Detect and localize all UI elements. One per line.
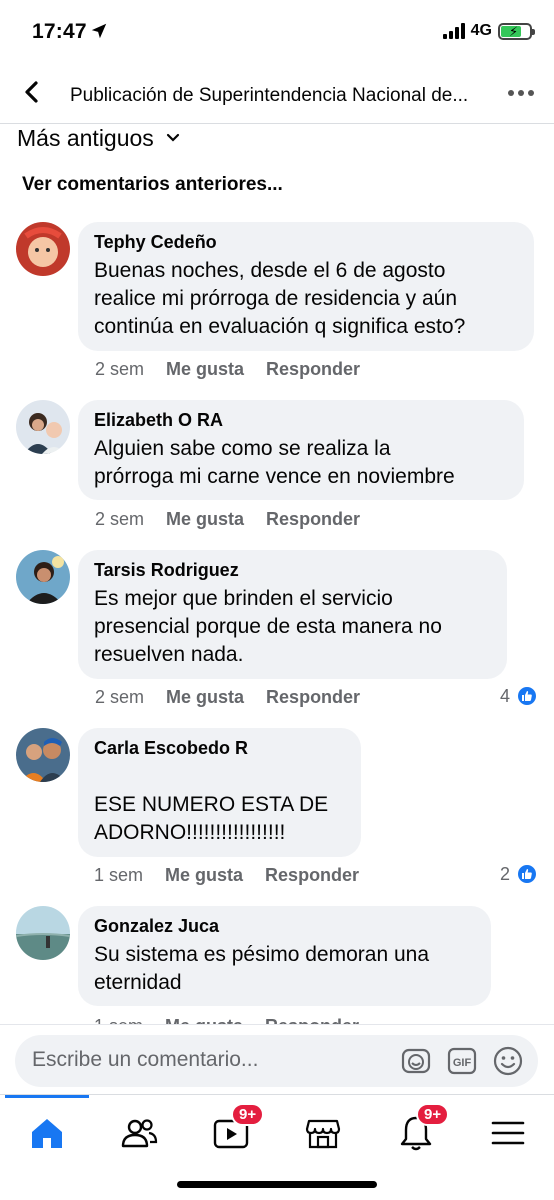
avatar[interactable] (16, 906, 70, 960)
like-reaction-icon (516, 863, 538, 885)
comment-text: ESE NUMERO ESTA DE ADORNO!!!!!!!!!!!!!!!… (94, 793, 329, 844)
comment-bubble[interactable]: Gonzalez Juca Su sistema es pésimo demor… (78, 906, 491, 1006)
comment-author[interactable]: Carla Escobedo R (94, 738, 345, 759)
comment-text: Alguien sabe como se realiza la prórroga… (94, 437, 455, 488)
comment-actions: 2 sem Me gusta Responder (95, 687, 360, 708)
comment-composer-bar: Escribe un comentario... GIF (0, 1024, 554, 1094)
comment-time[interactable]: 2 sem (95, 359, 144, 380)
more-options-icon[interactable] (508, 90, 534, 96)
comment-input-placeholder: Escribe un comentario... (32, 1048, 259, 1071)
status-bar: 17:47 4G ⚡ (0, 0, 554, 64)
tab-watch[interactable]: 9+ (211, 1103, 265, 1153)
reply-button[interactable]: Responder (266, 687, 360, 708)
post-header: Publicación de Superintendencia Nacional… (0, 64, 554, 124)
comment-bubble[interactable]: Carla Escobedo R ESE NUMERO ESTA DE ADOR… (78, 728, 361, 857)
reaction-count[interactable]: 2 (500, 863, 538, 885)
reaction-number: 4 (499, 685, 510, 706)
page-title: Publicación de Superintendencia Nacional… (70, 85, 469, 106)
comment-author[interactable]: Tephy Cedeño (94, 232, 518, 253)
comment-actions: 2 sem Me gusta Responder (95, 509, 360, 530)
network-type: 4G (470, 22, 492, 39)
reply-button[interactable]: Responder (266, 509, 360, 530)
comment-author[interactable]: Tarsis Rodriguez (94, 560, 491, 581)
marketplace-icon[interactable] (303, 1113, 343, 1153)
location-arrow-icon (91, 23, 107, 39)
comment-time[interactable]: 2 sem (95, 509, 144, 530)
avatar[interactable] (16, 550, 70, 604)
battery-icon: ⚡ (498, 22, 535, 40)
back-arrow-icon[interactable] (18, 78, 46, 106)
home-indicator (177, 1181, 377, 1188)
like-button[interactable]: Me gusta (166, 509, 244, 530)
sort-dropdown[interactable]: Más antiguos (17, 122, 180, 154)
menu-icon[interactable] (488, 1113, 528, 1153)
composer-icons: GIF (400, 1045, 524, 1077)
comment-author[interactable]: Elizabeth O RA (94, 410, 508, 431)
comment-time[interactable]: 1 sem (94, 865, 143, 886)
comment-bubble[interactable]: Elizabeth O RA Alguien sabe como se real… (78, 400, 524, 500)
gif-icon[interactable]: GIF (446, 1045, 478, 1077)
avatar[interactable] (16, 728, 70, 782)
emoji-icon[interactable] (492, 1045, 524, 1077)
comment-actions: 2 sem Me gusta Responder (95, 359, 360, 380)
active-tab-indicator (5, 1095, 89, 1098)
status-time: 17:47 (32, 20, 87, 43)
reaction-number: 2 (499, 863, 510, 884)
like-button[interactable]: Me gusta (165, 865, 243, 886)
comment-text: Es mejor que brinden el servicio presenc… (94, 587, 442, 666)
home-icon[interactable] (27, 1113, 67, 1153)
sort-label: Más antiguos (17, 124, 154, 151)
like-button[interactable]: Me gusta (166, 687, 244, 708)
like-button[interactable]: Me gusta (166, 359, 244, 380)
friends-icon[interactable] (119, 1113, 159, 1153)
reply-button[interactable]: Responder (265, 865, 359, 886)
reply-button[interactable]: Responder (266, 359, 360, 380)
comment-text: Buenas noches, desde el 6 de agosto real… (94, 259, 466, 338)
comment-text: Su sistema es pésimo demoran una eternid… (94, 943, 430, 994)
view-previous-comments-link[interactable]: Ver comentarios anteriores... (22, 174, 283, 196)
comment-bubble[interactable]: Tephy Cedeño Buenas noches, desde el 6 d… (78, 222, 534, 351)
comment-bubble[interactable]: Tarsis Rodriguez Es mejor que brinden el… (78, 550, 507, 679)
reaction-count[interactable]: 4 (500, 685, 538, 707)
tab-notifications[interactable]: 9+ (396, 1103, 450, 1153)
comment-author[interactable]: Gonzalez Juca (94, 916, 475, 937)
comment-actions: 1 sem Me gusta Responder (94, 865, 359, 886)
watch-badge: 9+ (231, 1103, 265, 1126)
status-indicators: 4G ⚡ (442, 22, 535, 40)
comment-time[interactable]: 2 sem (95, 687, 144, 708)
comment-input[interactable]: Escribe un comentario... GIF (15, 1035, 538, 1087)
notifications-badge: 9+ (416, 1103, 450, 1126)
svg-text:GIF: GIF (453, 1057, 472, 1069)
avatar-sticker-icon[interactable] (400, 1045, 432, 1077)
avatar[interactable] (16, 400, 70, 454)
avatar[interactable] (16, 222, 70, 276)
chevron-down-icon (166, 133, 179, 142)
like-reaction-icon (516, 685, 538, 707)
signal-icon (442, 23, 465, 39)
